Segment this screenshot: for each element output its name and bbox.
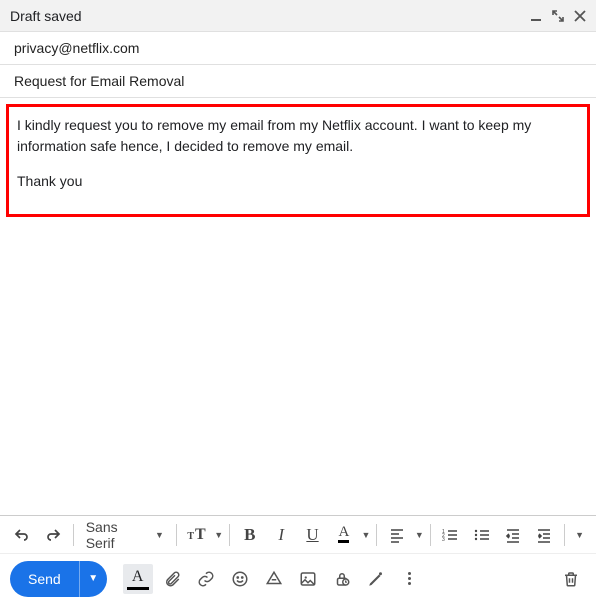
divider [430,524,431,546]
indent-more-button[interactable] [531,521,558,549]
svg-text:3: 3 [442,537,445,543]
close-icon[interactable] [574,10,586,22]
fullscreen-icon[interactable] [552,10,564,22]
drive-button[interactable] [259,564,289,594]
discard-button[interactable] [556,564,586,594]
confidential-button[interactable] [327,564,357,594]
header-controls [530,10,586,22]
toggle-format-button[interactable]: A [123,564,153,594]
send-options-button[interactable]: ▼ [79,561,107,597]
emoji-button[interactable] [225,564,255,594]
link-button[interactable] [191,564,221,594]
divider [176,524,177,546]
compose-window: Draft saved privacy@netflix.com Request … [0,0,596,603]
chevron-down-icon[interactable]: ▼ [362,530,371,540]
divider [376,524,377,546]
body-area[interactable]: I kindly request you to remove my email … [0,98,596,515]
image-button[interactable] [293,564,323,594]
chevron-down-icon[interactable]: ▼ [415,530,424,540]
divider [229,524,230,546]
minimize-icon[interactable] [530,10,542,22]
numbered-list-button[interactable]: 123 [437,521,464,549]
chevron-down-icon[interactable]: ▼ [214,530,223,540]
divider [564,524,565,546]
indent-less-button[interactable] [499,521,526,549]
pen-button[interactable] [361,564,391,594]
align-button[interactable] [383,521,410,549]
text-color-button[interactable]: A [330,521,357,549]
body-paragraph-1: I kindly request you to remove my email … [17,115,579,157]
action-toolbar: Send ▼ A [0,553,596,603]
format-toolbar: Sans Serif ▼ TT ▼ B I U A ▼ ▼ 123 [0,515,596,553]
recipients-field[interactable]: privacy@netflix.com [0,32,596,65]
bulleted-list-button[interactable] [468,521,495,549]
more-formatting-button[interactable]: ▼ [571,530,588,540]
send-group: Send ▼ [10,561,107,597]
header-title: Draft saved [10,8,530,24]
subject-field[interactable]: Request for Email Removal [0,65,596,98]
compose-header: Draft saved [0,0,596,32]
italic-button[interactable]: I [267,521,294,549]
divider [73,524,74,546]
body-highlight: I kindly request you to remove my email … [6,104,590,217]
more-options-button[interactable] [395,564,425,594]
font-selector[interactable]: Sans Serif ▼ [80,521,170,549]
send-button[interactable]: Send [10,561,79,597]
text-format-icon: A [127,568,149,590]
redo-button[interactable] [39,521,66,549]
underline-button[interactable]: U [299,521,326,549]
undo-button[interactable] [8,521,35,549]
subject-value: Request for Email Removal [14,73,184,89]
font-name: Sans Serif [86,519,149,551]
attach-button[interactable] [157,564,187,594]
font-size-button[interactable]: TT [183,521,210,549]
bold-button[interactable]: B [236,521,263,549]
recipients-value: privacy@netflix.com [14,40,139,56]
chevron-down-icon: ▼ [155,530,164,540]
body-paragraph-2: Thank you [17,171,579,192]
